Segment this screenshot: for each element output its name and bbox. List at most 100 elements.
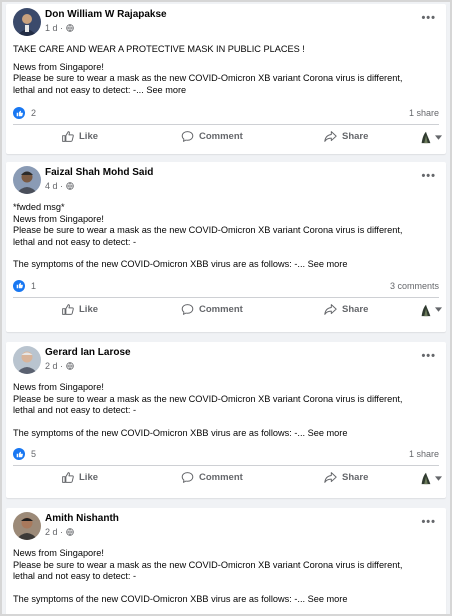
like-button[interactable]: Like: [61, 471, 98, 484]
globe-icon: [66, 182, 74, 190]
avatar[interactable]: [13, 346, 41, 374]
comment-icon: [181, 472, 194, 483]
thumbs-up-icon: [62, 131, 74, 142]
chevron-down-icon: [435, 475, 442, 481]
post-header: Don William W Rajapakse 1 d · •••: [6, 4, 446, 44]
see-more-link[interactable]: See more: [308, 259, 348, 269]
more-options-icon[interactable]: •••: [421, 170, 436, 182]
post-author[interactable]: Gerard Ian Larose: [45, 347, 131, 358]
post-actions: Like Comment Share: [6, 298, 446, 322]
feed-post: Amith Nishanth 2 d · ••• News from Singa…: [6, 508, 446, 614]
reaction-count[interactable]: 2: [31, 108, 36, 118]
post-line: lethal and not easy to detect: -...: [13, 84, 144, 95]
avatar[interactable]: [13, 512, 41, 540]
globe-icon: [66, 24, 74, 32]
avatar[interactable]: [13, 166, 41, 194]
post-time[interactable]: 1 d ·: [45, 23, 63, 33]
like-reaction-icon[interactable]: [13, 448, 25, 460]
page-avatar-icon: [419, 302, 433, 317]
reaction-count[interactable]: 1: [31, 281, 36, 291]
post-stats: 1 3 comments: [6, 275, 446, 297]
share-button[interactable]: Share: [324, 471, 368, 484]
post-stats: 5 1 share: [6, 443, 446, 465]
see-more-link[interactable]: See more: [308, 594, 348, 604]
post-meta: 2 d ·: [45, 361, 74, 371]
comment-icon: [181, 131, 194, 142]
post-line: News from Singapore!: [13, 213, 104, 224]
post-line: Please be sure to wear a mask as the new…: [13, 393, 403, 404]
reaction-selector[interactable]: [419, 302, 442, 317]
comment-button[interactable]: Comment: [181, 471, 243, 484]
share-button[interactable]: Share: [324, 303, 368, 316]
comment-count[interactable]: 3 comments: [390, 281, 439, 291]
like-reaction-icon[interactable]: [13, 107, 25, 119]
news-feed: Don William W Rajapakse 1 d · ••• TAKE C…: [2, 2, 450, 614]
post-line: The symptoms of the new COVID-Omicron XB…: [13, 427, 306, 438]
post-line: lethal and not easy to detect: -: [13, 236, 137, 247]
post-line: News from Singapore!: [13, 548, 104, 558]
share-count[interactable]: 1 share: [409, 108, 439, 118]
reaction-selector[interactable]: [419, 471, 442, 485]
post-line: Please be sure to wear a mask as the new…: [13, 225, 403, 235]
comment-button[interactable]: Comment: [181, 303, 243, 316]
share-icon: [324, 131, 337, 142]
reaction-count[interactable]: 5: [31, 449, 36, 459]
comment-button[interactable]: Comment: [181, 130, 243, 143]
post-line: TAKE CARE AND WEAR A PROTECTIVE MASK IN …: [13, 44, 305, 54]
share-label: Share: [342, 303, 369, 315]
share-count[interactable]: 1 share: [409, 449, 439, 459]
post-line: Please be sure to wear a mask as the new…: [13, 559, 403, 570]
like-label: Like: [79, 131, 99, 142]
post-body: News from Singapore! Please be sure to w…: [6, 548, 446, 605]
chevron-down-icon: [435, 134, 442, 140]
post-author[interactable]: Don William W Rajapakse: [45, 9, 167, 20]
like-label: Like: [79, 472, 99, 483]
like-label: Like: [79, 303, 99, 315]
post-author[interactable]: Faizal Shah Mohd Said: [45, 167, 153, 178]
post-actions: Like Comment Share: [6, 466, 446, 490]
comment-label: Comment: [199, 131, 243, 142]
post-body: News from Singapore! Please be sure to w…: [6, 382, 446, 439]
post-meta: 4 d ·: [45, 181, 74, 191]
post-header: Gerard Ian Larose 2 d · •••: [6, 342, 446, 382]
post-line: *fwded msg*: [13, 202, 65, 212]
see-more-link[interactable]: See more: [146, 85, 186, 95]
avatar[interactable]: [13, 8, 41, 36]
globe-icon: [66, 528, 74, 536]
more-options-icon[interactable]: •••: [421, 12, 436, 24]
more-options-icon[interactable]: •••: [421, 516, 436, 528]
like-button[interactable]: Like: [61, 303, 98, 316]
post-line: Please be sure to wear a mask as the new…: [13, 73, 403, 83]
post-actions: Like Comment Share: [6, 125, 446, 149]
more-options-icon[interactable]: •••: [421, 350, 436, 362]
post-line: The symptoms of the new COVID-Omicron XB…: [13, 259, 306, 269]
post-line: The symptoms of the new COVID-Omicron XB…: [13, 593, 306, 604]
like-button[interactable]: Like: [61, 130, 98, 143]
globe-icon: [66, 362, 74, 370]
like-reaction-icon[interactable]: [13, 279, 25, 292]
post-meta: 1 d ·: [45, 23, 74, 33]
reaction-selector[interactable]: [419, 130, 442, 144]
feed-post: Don William W Rajapakse 1 d · ••• TAKE C…: [6, 4, 446, 154]
post-stats: 2 1 share: [6, 102, 446, 124]
comment-label: Comment: [199, 303, 243, 315]
chevron-down-icon: [435, 307, 442, 312]
share-label: Share: [342, 472, 369, 483]
post-body: *fwded msg* News from Singapore! Please …: [6, 202, 446, 271]
post-header: Faizal Shah Mohd Said 4 d · •••: [6, 162, 446, 202]
post-author[interactable]: Amith Nishanth: [45, 513, 119, 524]
feed-post: Gerard Ian Larose 2 d · ••• News from Si…: [6, 342, 446, 498]
post-time[interactable]: 4 d ·: [45, 181, 63, 191]
share-icon: [324, 472, 337, 483]
see-more-link[interactable]: See more: [308, 428, 348, 438]
share-button[interactable]: Share: [324, 130, 368, 143]
feed-post: Faizal Shah Mohd Said 4 d · ••• *fwded m…: [6, 162, 446, 332]
post-body: TAKE CARE AND WEAR A PROTECTIVE MASK IN …: [6, 44, 446, 96]
post-meta: 2 d ·: [45, 527, 74, 537]
post-line: News from Singapore!: [13, 382, 104, 392]
share-label: Share: [342, 131, 369, 142]
post-time[interactable]: 2 d ·: [45, 527, 63, 537]
post-line: News from Singapore!: [13, 61, 104, 72]
post-time[interactable]: 2 d ·: [45, 361, 63, 371]
post-line: lethal and not easy to detect: -: [13, 405, 137, 415]
